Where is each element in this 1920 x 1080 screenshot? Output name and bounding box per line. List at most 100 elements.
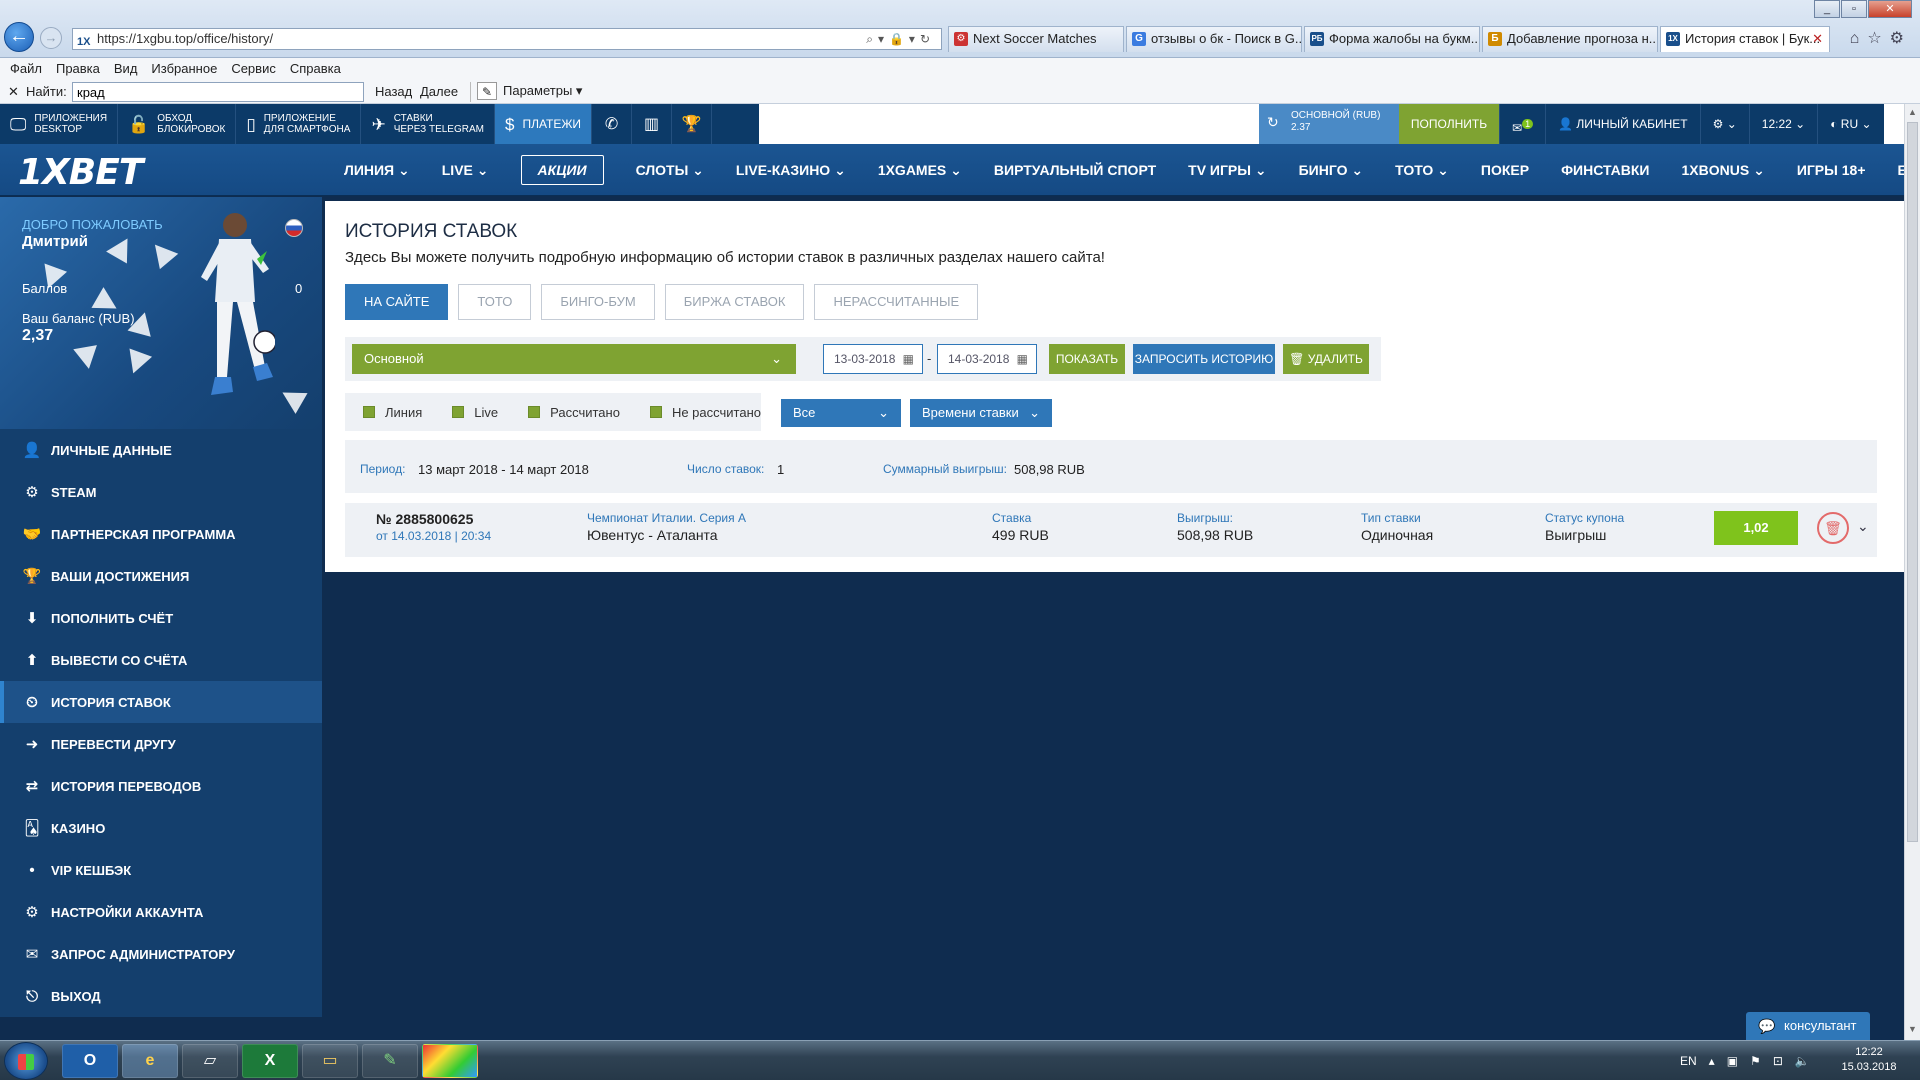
nav-virtual-sport[interactable]: ВИРТУАЛЬНЫЙ СПОРТ [994, 162, 1156, 178]
check-live[interactable]: Live [452, 405, 498, 420]
filter-all-dropdown[interactable]: Все ⌄ [781, 399, 901, 427]
nav-1xgames[interactable]: 1XGAMES ⌄ [878, 162, 962, 179]
address-tools-icon[interactable]: ⌕▾🔒▾↻ [866, 29, 935, 49]
page-scrollbar[interactable]: ▲ ▼ [1904, 104, 1920, 1040]
tab-bet-exchange[interactable]: БИРЖА СТАВОК [664, 284, 805, 320]
check-unsettled[interactable]: Не рассчитано [649, 405, 761, 420]
menu-favorites[interactable]: Избранное [151, 58, 217, 80]
scroll-thumb[interactable] [1907, 122, 1918, 842]
browser-tab[interactable]: Gотзывы о бк - Поиск в G... [1126, 26, 1302, 52]
scroll-up-icon[interactable]: ▲ [1908, 107, 1917, 117]
consultant-chat-button[interactable]: 💬 консультант [1746, 1012, 1870, 1040]
forward-button[interactable]: → [40, 27, 62, 49]
payments-link[interactable]: $ ПЛАТЕЖИ [494, 104, 593, 144]
excel-taskbar-icon[interactable]: X [242, 1044, 298, 1078]
menu-edit[interactable]: Правка [56, 58, 100, 80]
balance-selector[interactable]: ↻ ОСНОВНОЙ (RUB) 2.37 [1259, 104, 1399, 144]
messages-button[interactable]: ✉ 1 [1499, 104, 1545, 144]
coefficient-badge[interactable]: 1,02 [1714, 511, 1798, 545]
sidebar-item-logout[interactable]: ⎋ ВЫХОД [0, 975, 322, 1017]
sidebar-item-transfer-history[interactable]: ⇄ ИСТОРИЯ ПЕРЕВОДОВ [0, 765, 322, 807]
nav-bingo[interactable]: БИНГО ⌄ [1299, 162, 1364, 179]
close-tab-icon[interactable]: ✕ [1812, 27, 1823, 51]
menu-tools[interactable]: Сервис [231, 58, 276, 80]
bet-row[interactable]: № 2885800625 от 14.03.2018 | 20:34 Чемпи… [345, 503, 1877, 557]
time-dropdown[interactable]: 12:22 ⌄ [1748, 104, 1817, 144]
telegram-link[interactable]: ✈ СТАВКИ ЧЕРЕЗ TELEGRAM [361, 104, 495, 144]
tray-arrow-icon[interactable]: ▴ [1709, 1054, 1715, 1068]
request-history-button[interactable]: ЗАПРОСИТЬ ИСТОРИЮ [1133, 344, 1275, 374]
start-button[interactable] [4, 1042, 48, 1080]
menu-file[interactable]: Файл [10, 58, 42, 80]
sidebar-item-personal-data[interactable]: 👤 ЛИЧНЫЕ ДАННЫЕ [0, 429, 322, 471]
tab-on-site[interactable]: НА САЙТЕ [345, 284, 449, 320]
sidebar-item-steam[interactable]: ⚙ STEAM [0, 471, 322, 513]
sidebar-item-transfer-friend[interactable]: ➜ ПЕРЕВЕСТИ ДРУГУ [0, 723, 322, 765]
editor-taskbar-icon[interactable]: ✎ [362, 1044, 418, 1078]
mobile-app-link[interactable]: ▯ ПРИЛОЖЕНИЕ ДЛЯ СМАРТФОНА [236, 104, 362, 144]
date-to-input[interactable]: 14-03-2018 ▦ [937, 344, 1037, 374]
find-input[interactable] [72, 82, 364, 102]
home-icon[interactable]: ⌂ [1850, 30, 1868, 47]
nav-games-18[interactable]: ИГРЫ 18+ [1797, 162, 1866, 178]
phone-button[interactable]: ✆ [592, 104, 633, 144]
address-bar[interactable]: 1X https://1xgbu.top/office/history/ ⌕▾🔒… [72, 28, 942, 50]
nav-live[interactable]: LIVE ⌄ [442, 162, 489, 179]
delete-button[interactable]: 🗑 УДАЛИТЬ [1283, 344, 1369, 374]
check-line[interactable]: Линия [363, 405, 422, 420]
settings-dropdown[interactable]: ⚙ ⌄ [1699, 104, 1749, 144]
sidebar-item-admin-request[interactable]: ✉ ЗАПРОС АДМИНИСТРАТОРУ [0, 933, 322, 975]
nav-poker[interactable]: ПОКЕР [1481, 162, 1529, 178]
trophy-button[interactable]: 🏆 [672, 104, 713, 144]
sidebar-item-achievements[interactable]: 🏆 ВАШИ ДОСТИЖЕНИЯ [0, 555, 322, 597]
sidebar-item-withdraw[interactable]: ⬆ ВЫВЕСТИ СО СЧЁТА [0, 639, 322, 681]
network-icon[interactable]: ⊡ [1773, 1054, 1783, 1068]
outlook-taskbar-icon[interactable]: O [62, 1044, 118, 1078]
find-options-button[interactable]: ✎ Параметры ▾ [470, 82, 582, 102]
nav-slots[interactable]: СЛОТЫ ⌄ [636, 162, 704, 179]
tab-toto[interactable]: ТОТО [458, 284, 532, 320]
flag-tray-icon[interactable]: ⚑ [1750, 1054, 1761, 1068]
desktop-app-link[interactable]: 🖵 ПРИЛОЖЕНИЯ DESKTOP [0, 104, 119, 144]
bypass-blocking-link[interactable]: 🔓 ОБХОД БЛОКИРОВОК [118, 104, 237, 144]
close-window-icon[interactable]: ✕ [1868, 0, 1912, 18]
sidebar-item-deposit[interactable]: ⬇ ПОПОЛНИТЬ СЧЁТ [0, 597, 322, 639]
tray-app-icon[interactable]: ▣ [1727, 1054, 1738, 1068]
scroll-down-icon[interactable]: ▼ [1908, 1024, 1917, 1034]
language-dropdown[interactable]: ◐ RU ⌄ [1817, 104, 1883, 144]
delete-bet-button[interactable]: 🗑 [1817, 512, 1849, 544]
browser-tab-active[interactable]: 1X История ставок | Бук... ✕ [1660, 26, 1830, 52]
sidebar-item-casino[interactable]: 🂡 КАЗИНО [0, 807, 322, 849]
sidebar-item-account-settings[interactable]: ⚙ НАСТРОЙКИ АККАУНТА [0, 891, 322, 933]
menu-view[interactable]: Вид [114, 58, 138, 80]
cabinet-button[interactable]: 👤 ЛИЧНЫЙ КАБИНЕТ [1545, 104, 1700, 144]
sort-time-dropdown[interactable]: Времени ставки ⌄ [910, 399, 1052, 427]
nav-finbets[interactable]: ФИНСТАВКИ [1561, 162, 1649, 178]
nav-toto[interactable]: ТОТО ⌄ [1395, 162, 1449, 179]
nav-tv-games[interactable]: TV ИГРЫ ⌄ [1188, 162, 1266, 179]
expand-chevron-icon[interactable]: ⌄ [1857, 518, 1869, 535]
nav-live-casino[interactable]: LIVE-КАЗИНО ⌄ [736, 162, 846, 179]
close-find-icon[interactable]: ✕ [8, 80, 19, 104]
nav-promotions[interactable]: АКЦИИ [520, 155, 604, 185]
minimize-icon[interactable]: _ [1814, 0, 1840, 18]
browser-tab[interactable]: РБ Форма жалобы на букм... [1304, 26, 1480, 52]
browser-tab[interactable]: Б Добавление прогноза н... [1482, 26, 1658, 52]
ie-taskbar-icon[interactable]: e [122, 1044, 178, 1078]
sidebar-item-partner[interactable]: 🤝 ПАРТНЕРСКАЯ ПРОГРАММА [0, 513, 322, 555]
find-next-button[interactable]: Далее [420, 80, 458, 104]
tab-bingo-boom[interactable]: БИНГО-БУМ [541, 284, 655, 320]
show-button[interactable]: ПОКАЗАТЬ [1049, 344, 1125, 374]
nav-line[interactable]: ЛИНИЯ ⌄ [344, 162, 410, 179]
settings-gear-icon[interactable]: ⚙ [1890, 30, 1912, 47]
date-from-input[interactable]: 13-03-2018 ▦ [823, 344, 923, 374]
favorites-star-icon[interactable]: ☆ [1867, 30, 1889, 47]
check-settled[interactable]: Рассчитано [528, 405, 620, 420]
sidebar-item-vip-cashback[interactable]: • VIP КЕШБЭК [0, 849, 322, 891]
browser-tab[interactable]: ⚙ Next Soccer Matches [948, 26, 1124, 52]
tab-unsettled[interactable]: НЕРАССЧИТАННЫЕ [814, 284, 979, 320]
site-logo[interactable]: 1XBET [18, 152, 143, 193]
nav-1xbonus[interactable]: 1XBONUS ⌄ [1682, 162, 1765, 179]
find-prev-button[interactable]: Назад [375, 80, 412, 104]
notebook-taskbar-icon[interactable]: ▱ [182, 1044, 238, 1078]
